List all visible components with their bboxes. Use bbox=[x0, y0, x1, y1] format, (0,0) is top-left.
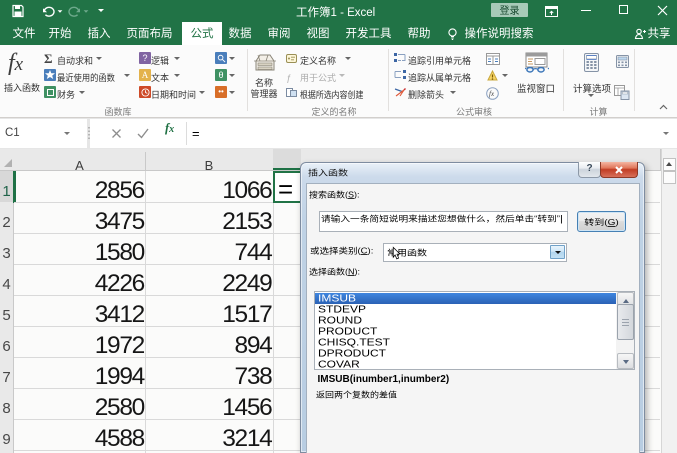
svg-text:fx: fx bbox=[489, 90, 495, 98]
